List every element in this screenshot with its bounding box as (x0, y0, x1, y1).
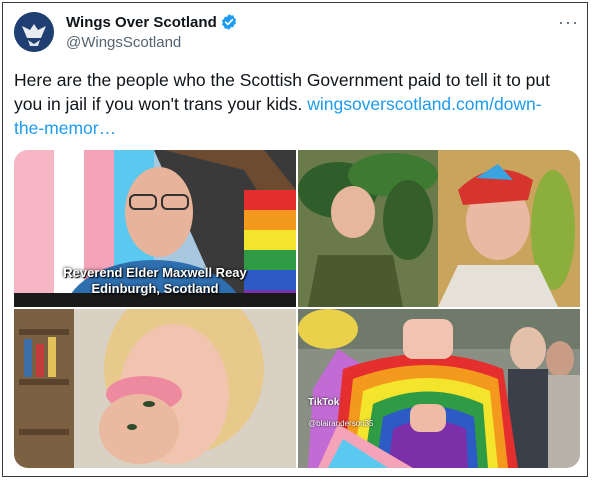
media-image-3[interactable] (14, 309, 296, 468)
caption-line-2: Edinburgh, Scotland (91, 281, 219, 296)
media-image-4[interactable]: TikTok @blairanderson35 (298, 309, 580, 468)
tiktok-handle: @blairanderson35 (308, 419, 374, 428)
tweet-text: Here are the people who the Scottish Gov… (14, 68, 559, 140)
media-grid: Reverend Elder Maxwell Reay Edinburgh, S… (14, 150, 580, 468)
avatar[interactable] (14, 12, 54, 52)
account-name[interactable]: Wings Over Scotland (66, 14, 217, 31)
more-options-icon[interactable]: ··· (558, 12, 579, 33)
tiktok-watermark: TikTok (308, 397, 340, 408)
media-image-2[interactable] (298, 150, 580, 307)
account-handle[interactable]: @WingsScotland (66, 34, 181, 51)
verified-badge-icon (220, 13, 238, 31)
caption-line-1: Reverend Elder Maxwell Reay (63, 265, 247, 280)
media-image-1[interactable]: Reverend Elder Maxwell Reay Edinburgh, S… (14, 150, 296, 307)
